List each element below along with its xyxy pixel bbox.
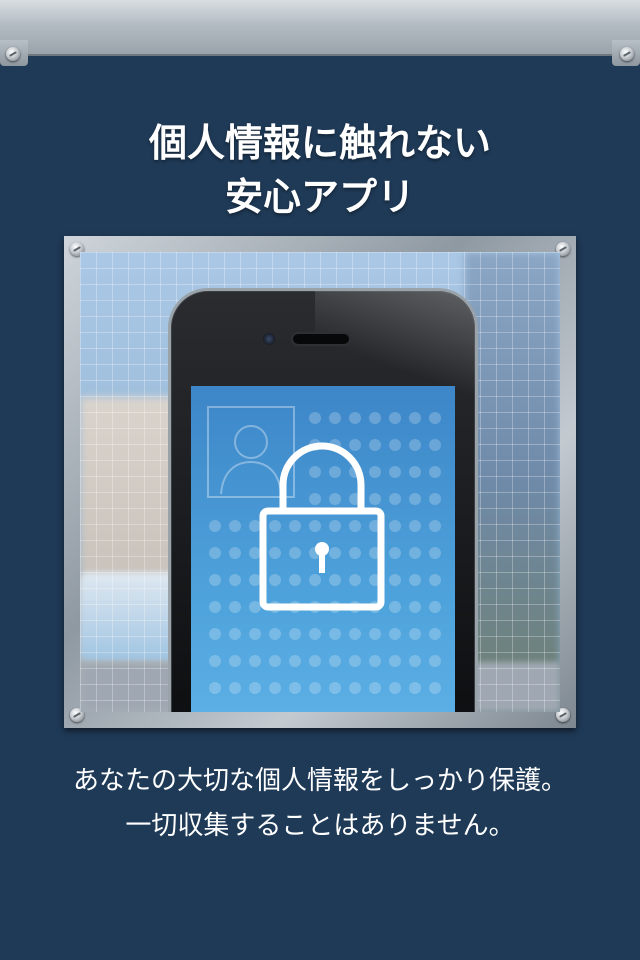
lock-icon — [259, 442, 385, 611]
screw-icon — [6, 47, 20, 61]
top-metal-plate — [0, 0, 640, 68]
speaker-icon — [293, 334, 349, 344]
illustration-frame — [64, 236, 576, 728]
description-line2: 一切収集することはありません。 — [125, 811, 515, 841]
smartphone-image — [168, 288, 478, 712]
page-title-line1: 個人情報に触れない — [148, 121, 491, 165]
illustration-scene — [80, 252, 560, 712]
phone-screen — [191, 386, 455, 712]
page-title-line2: 安心アプリ — [224, 175, 415, 219]
camera-icon — [263, 333, 275, 345]
description-line1: あなたの大切な個人情報をしっかり保護。 — [72, 766, 567, 796]
screw-icon — [620, 47, 634, 61]
